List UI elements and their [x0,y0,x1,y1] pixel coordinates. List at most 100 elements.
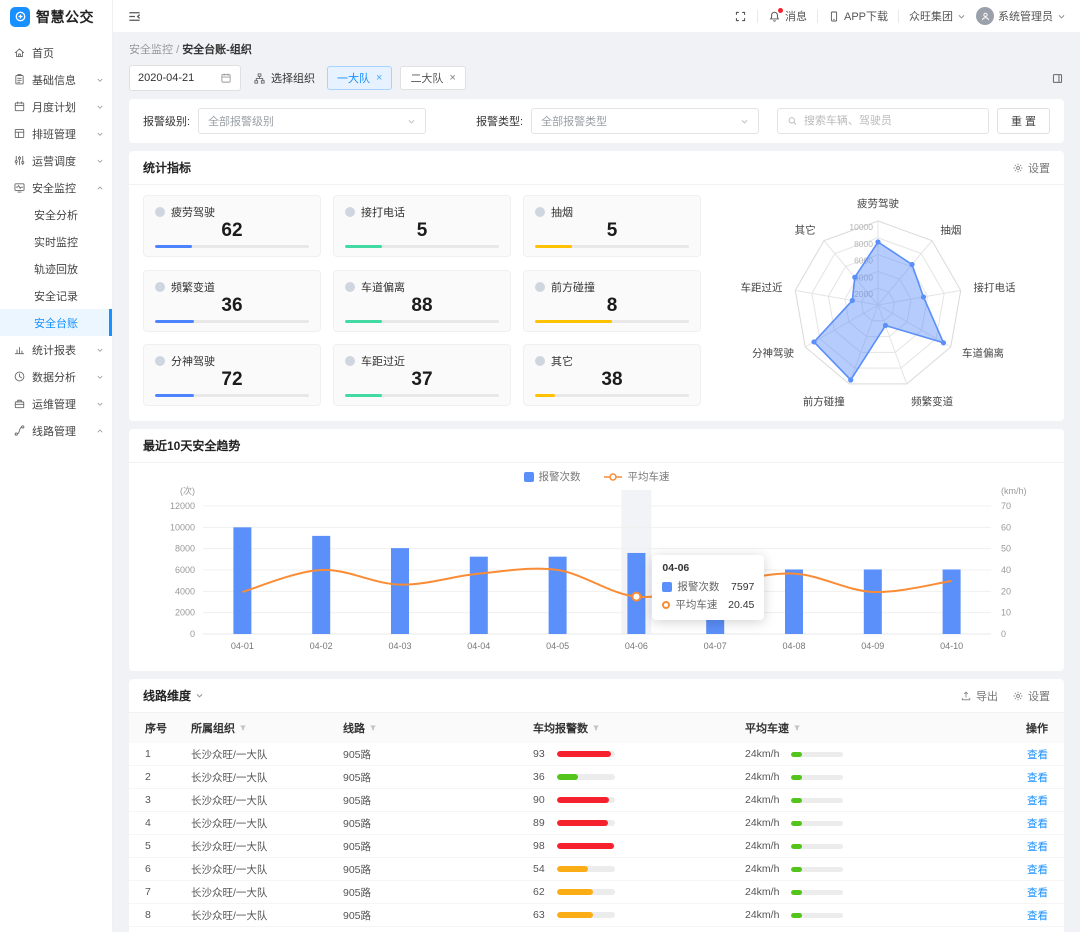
table-row: 6长沙众旺/一大队905路5424km/h查看 [129,858,1064,881]
svg-text:10000: 10000 [849,222,873,232]
sidebar-item-线路管理[interactable]: 线路管理 [0,417,112,444]
filter-icon[interactable] [592,724,600,732]
sidebar-subitem-安全台账[interactable]: 安全台账 [0,309,112,336]
view-link[interactable]: 查看 [1027,749,1048,761]
svg-text:04-10: 04-10 [940,641,963,651]
sidebar-item-运营调度[interactable]: 运营调度 [0,147,112,174]
column-header-序号: 序号 [145,720,191,736]
sidebar-subitem-安全记录[interactable]: 安全记录 [0,282,112,309]
stat-label: 前方碰撞 [551,279,595,295]
stats-settings-button[interactable]: 设置 [1012,160,1050,176]
alarm-type-select[interactable]: 全部报警类型 [531,108,759,134]
alarm-bar [557,843,615,849]
view-link[interactable]: 查看 [1027,772,1048,784]
table-dimension-dropdown[interactable]: 线路维度 [143,687,204,704]
speed-bar [791,867,843,872]
company-dropdown[interactable]: 众旺集团 [909,8,966,24]
column-header-所属组织[interactable]: 所属组织 [191,720,343,736]
svg-text:04-02: 04-02 [310,641,333,651]
fullscreen-icon[interactable] [734,10,747,23]
sidebar-item-基础信息[interactable]: 基础信息 [0,66,112,93]
cell-index: 7 [145,886,191,898]
legend-item-speed[interactable]: 平均车速 [603,469,670,484]
table-row: 3长沙众旺/一大队905路9024km/h查看 [129,789,1064,812]
column-header-平均车速[interactable]: 平均车速 [745,720,1007,736]
search-input[interactable] [804,115,979,127]
user-dropdown[interactable]: 系统管理员 [976,7,1066,25]
column-header-车均报警数[interactable]: 车均报警数 [533,720,745,736]
stat-bullet-icon [535,356,545,366]
monitor-icon [13,181,26,194]
menu-collapse-icon[interactable] [127,9,142,24]
close-icon[interactable]: × [376,72,382,84]
sidebar-item-安全监控[interactable]: 安全监控 [0,174,112,201]
app-logo[interactable]: 智慧公交 [0,0,112,33]
alarm-bar [557,774,615,780]
sidebar-subitem-轨迹回放[interactable]: 轨迹回放 [0,255,112,282]
svg-text:抽烟: 抽烟 [940,224,961,237]
sidebar-item-数据分析[interactable]: 数据分析 [0,363,112,390]
table-row: 5长沙众旺/一大队905路9824km/h查看 [129,835,1064,858]
search-icon [787,115,798,127]
sidebar-item-统计报表[interactable]: 统计报表 [0,336,112,363]
export-button[interactable]: 导出 [960,688,998,704]
cell-speed: 24km/h [745,771,1007,783]
tooltip-bar-marker [662,582,672,592]
sidebar-item-label: 统计报表 [32,342,76,358]
alarm-level-select[interactable]: 全部报警级别 [198,108,426,134]
sidebar-item-首页[interactable]: 首页 [0,39,112,66]
filter-icon[interactable] [369,724,377,732]
radar-chart[interactable]: 200040006000800010000疲劳驾驶抽烟接打电话车道偏离频繁变道前… [701,195,1050,409]
stat-bullet-icon [345,356,355,366]
svg-text:12000: 12000 [170,501,195,511]
svg-text:频繁变道: 频繁变道 [911,395,953,408]
svg-text:0: 0 [190,629,195,639]
view-link[interactable]: 查看 [1027,795,1048,807]
company-label: 众旺集团 [909,8,953,24]
close-icon[interactable]: × [449,72,455,84]
chevron-down-icon [96,130,104,138]
panel-toggle-icon[interactable] [1051,72,1064,85]
column-label: 所属组织 [191,720,235,736]
sidebar-item-月度计划[interactable]: 月度计划 [0,93,112,120]
breadcrumb-section[interactable]: 安全监控 [129,44,173,56]
org-tag-一大队[interactable]: 一大队× [327,66,392,90]
stat-card-车距过近: 车距过近37 [333,344,511,406]
app-download-label: APP下载 [844,8,888,24]
stat-progress [535,245,689,248]
filter-icon[interactable] [239,724,247,732]
reset-button[interactable]: 重 置 [997,108,1050,134]
stat-card-接打电话: 接打电话5 [333,195,511,257]
stats-body: 疲劳驾驶62接打电话5抽烟5频繁变道36车道偏离88前方碰撞8分神驾驶72车距过… [129,185,1064,421]
org-selector[interactable]: 选择组织 [253,70,315,86]
toolbar: 2020-04-21 选择组织 一大队× 二大队× [129,65,1064,91]
legend-alarms-label: 报警次数 [539,469,581,484]
view-link[interactable]: 查看 [1027,818,1048,830]
cell-alarms: 54 [533,863,745,875]
view-link[interactable]: 查看 [1027,841,1048,853]
sidebar-item-排班管理[interactable]: 排班管理 [0,120,112,147]
trend-chart[interactable]: 报警次数 平均车速 120007010000608000506000404000… [129,463,1064,671]
table-settings-button[interactable]: 设置 [1012,688,1050,704]
filter-icon[interactable] [793,724,801,732]
view-link[interactable]: 查看 [1027,910,1048,922]
app-download-button[interactable]: APP下载 [828,8,888,24]
messages-button[interactable]: 消息 [768,8,807,24]
sidebar-item-label: 运营调度 [32,153,76,169]
sidebar-subitem-实时监控[interactable]: 实时监控 [0,228,112,255]
view-link[interactable]: 查看 [1027,887,1048,899]
svg-text:(次): (次) [180,485,195,496]
trend-card-header: 最近10天安全趋势 [129,429,1064,463]
org-tag-二大队[interactable]: 二大队× [400,66,465,90]
sidebar-item-运维管理[interactable]: 运维管理 [0,390,112,417]
date-picker[interactable]: 2020-04-21 [129,65,241,91]
svg-text:04-05: 04-05 [546,641,569,651]
legend-item-alarms[interactable]: 报警次数 [524,469,581,484]
stat-label: 频繁变道 [171,279,215,295]
legend-bar-marker [524,472,534,482]
stat-label: 车距过近 [361,353,405,369]
svg-text:车距过近: 车距过近 [740,281,782,294]
sidebar-subitem-安全分析[interactable]: 安全分析 [0,201,112,228]
column-header-线路[interactable]: 线路 [343,720,533,736]
view-link[interactable]: 查看 [1027,864,1048,876]
